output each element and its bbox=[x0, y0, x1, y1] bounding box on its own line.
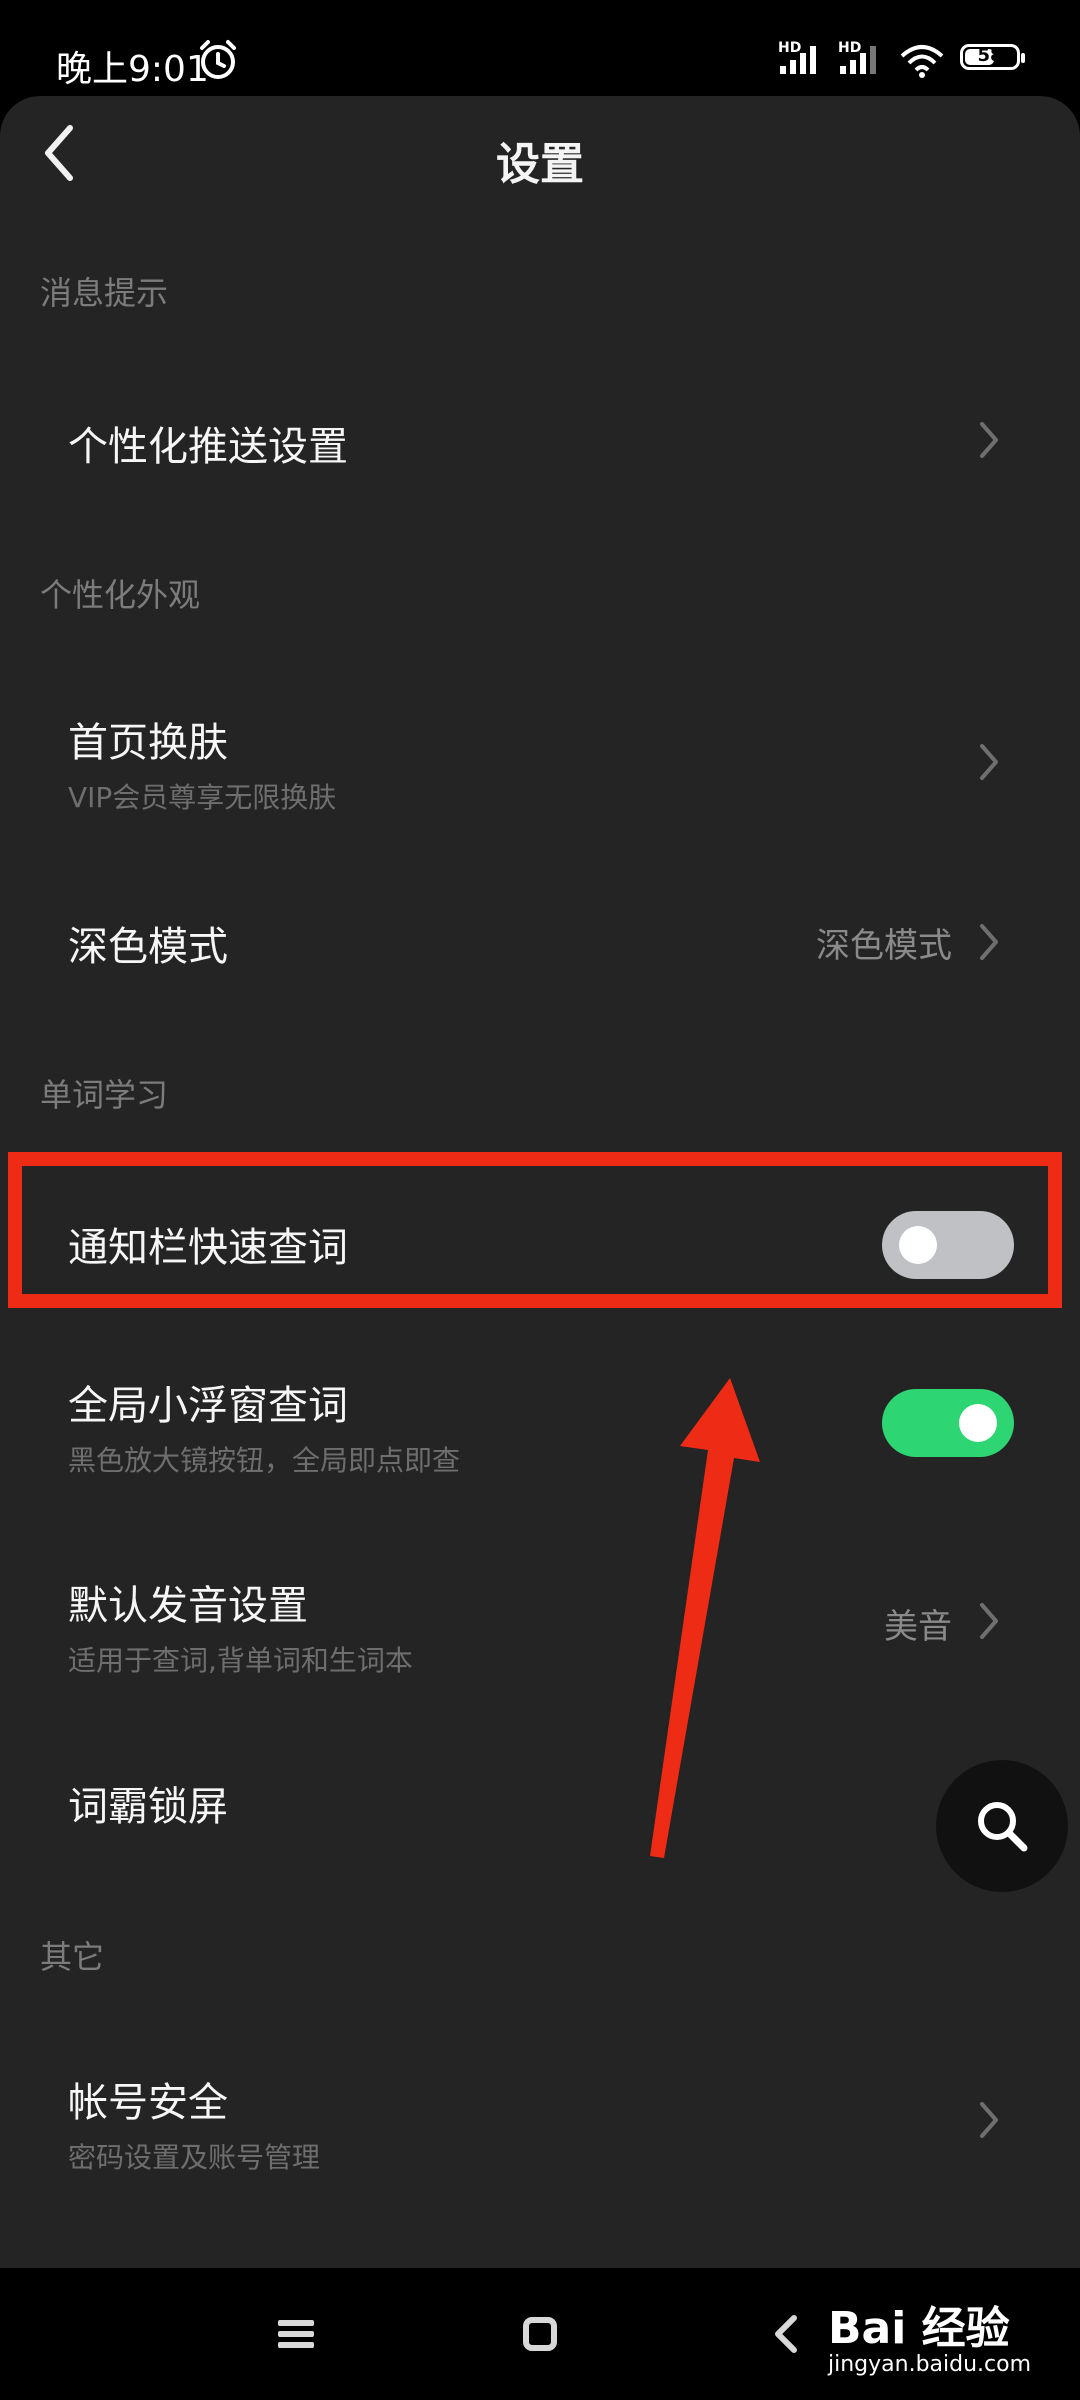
baidu-jingyan-watermark: Bai 经验 bbox=[828, 2303, 1010, 2354]
menu-icon[interactable] bbox=[276, 2316, 316, 2352]
watermark-url: jingyan.baidu.com bbox=[828, 2352, 1032, 2377]
nav-back-icon[interactable] bbox=[772, 2314, 800, 2354]
annotation-arrow bbox=[650, 1378, 760, 1858]
home-icon[interactable] bbox=[522, 2316, 558, 2352]
